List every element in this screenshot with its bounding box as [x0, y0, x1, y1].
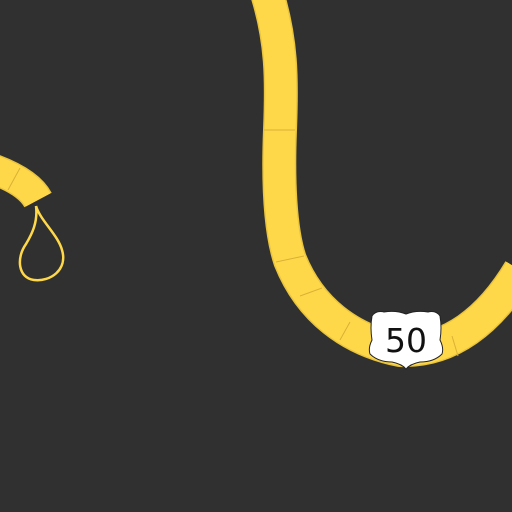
map-layer: 50 — [0, 0, 512, 370]
shield-route-number: 50 — [385, 321, 427, 360]
left-road[interactable] — [0, 155, 52, 209]
map-canvas[interactable]: 50 — [0, 0, 512, 512]
ramp-loop[interactable] — [18, 205, 65, 282]
us-50-shield: 50 — [368, 310, 444, 370]
us-50-road[interactable] — [251, 0, 512, 368]
us-50-road-fill — [252, 0, 512, 366]
